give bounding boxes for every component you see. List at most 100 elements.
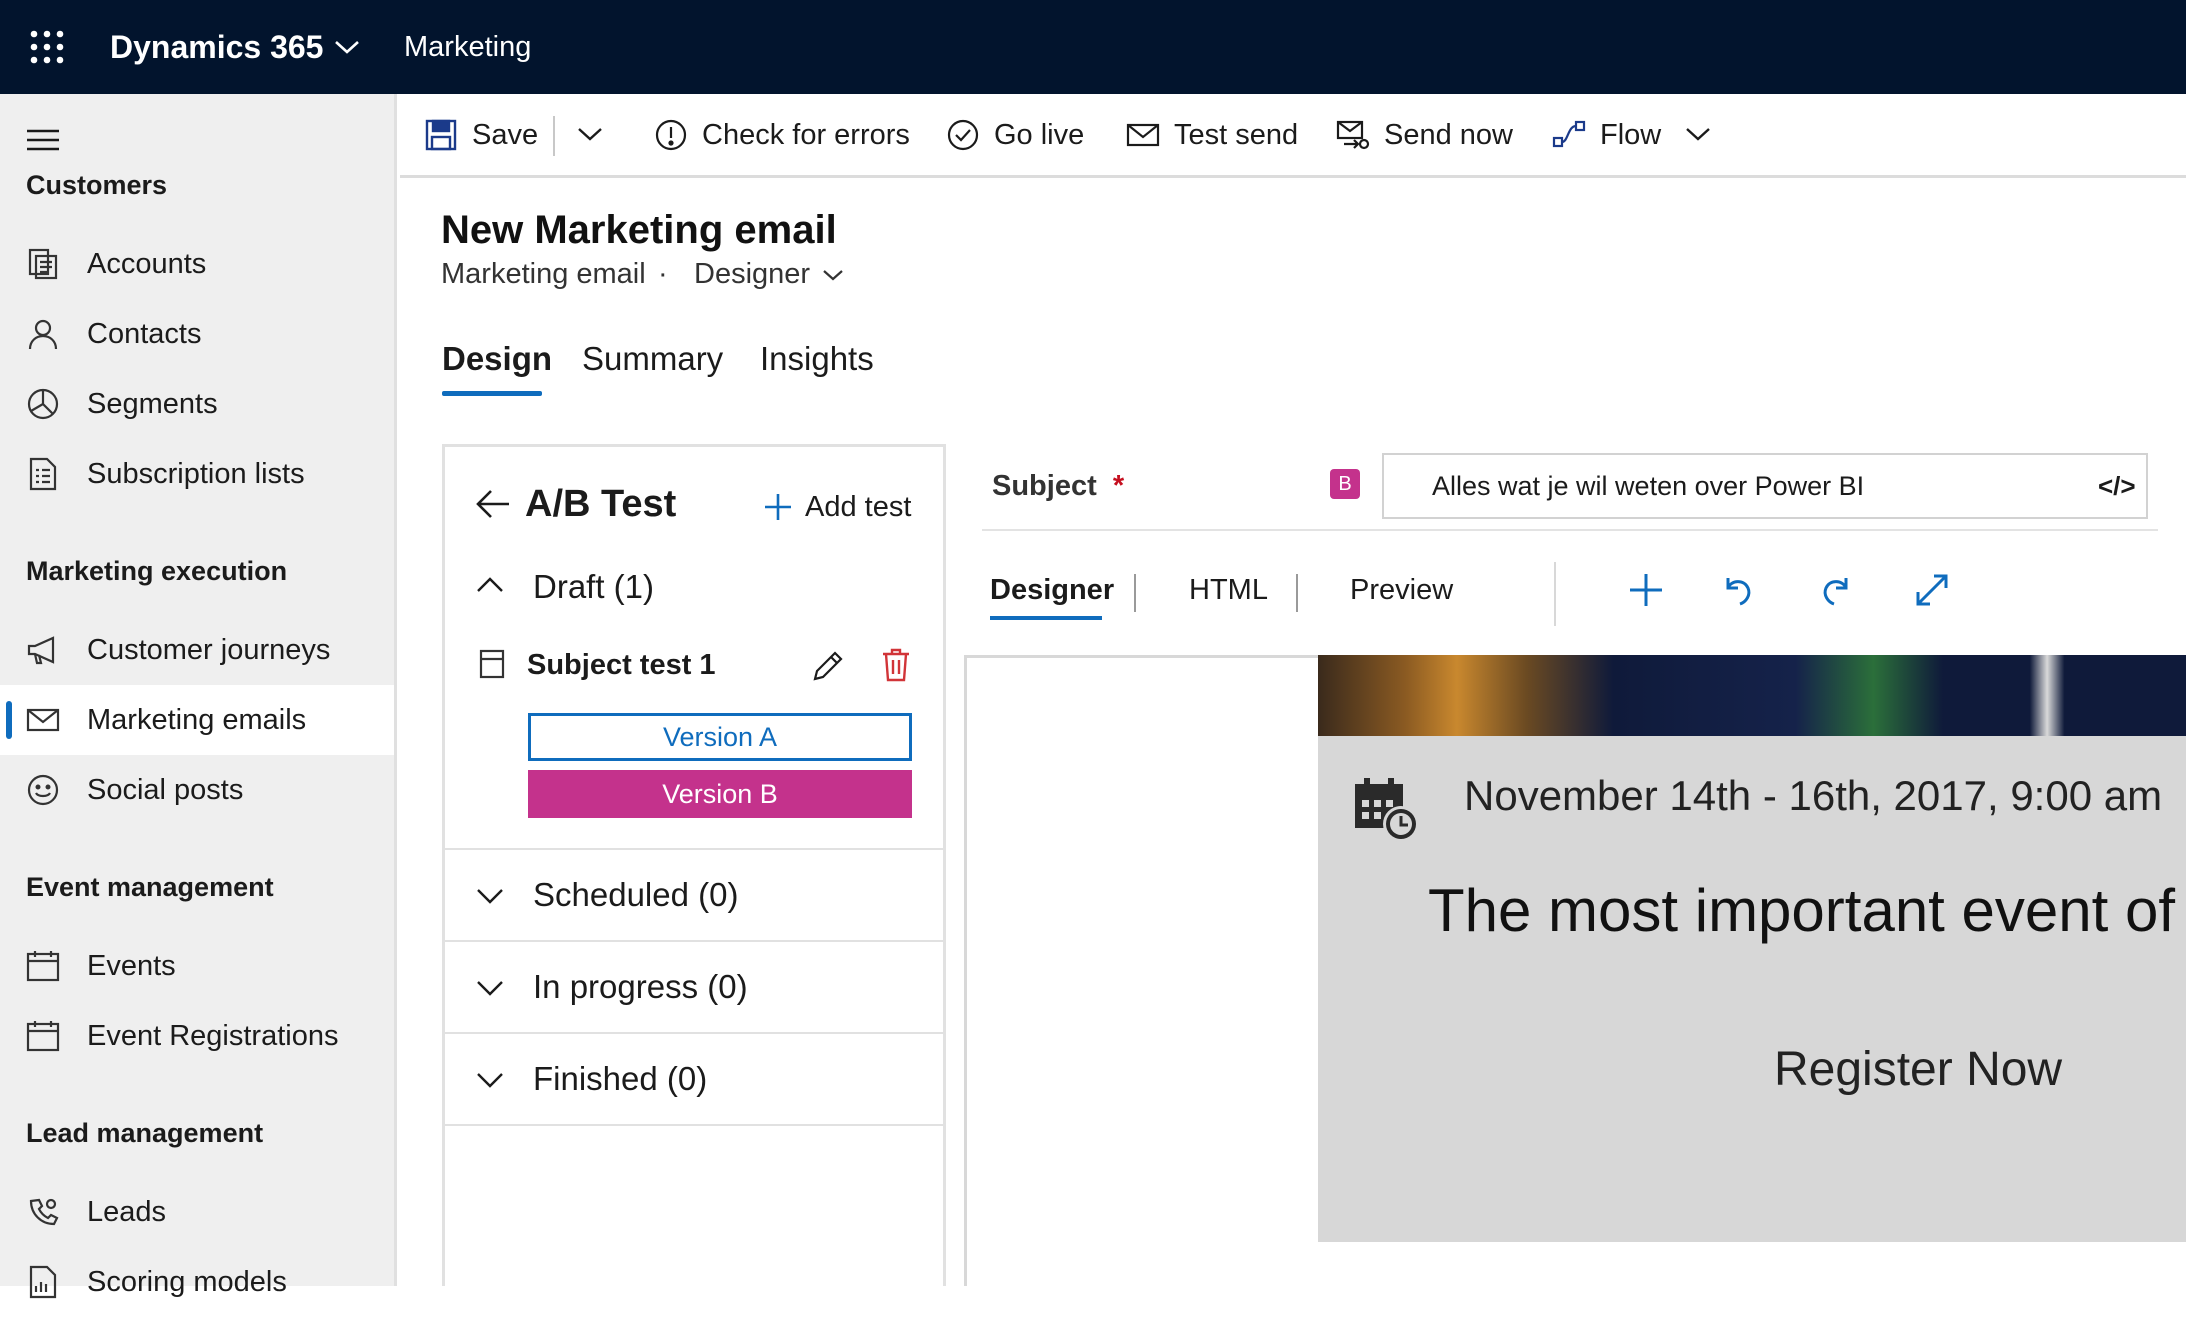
sidebar-item-label: Marketing emails (87, 704, 307, 736)
check-for-errors-label: Check for errors (702, 118, 910, 151)
command-bar: Save Check for errors Go live Test send … (400, 94, 2186, 178)
test-send-label: Test send (1174, 118, 1299, 151)
phone-gear-icon (26, 1195, 60, 1229)
register-now-link[interactable]: Register Now (1774, 1042, 2062, 1097)
chevron-down-icon (475, 880, 505, 910)
add-element-icon[interactable] (1624, 568, 1668, 612)
add-test-button[interactable]: Add test (763, 485, 911, 529)
flow-label: Flow (1600, 118, 1662, 151)
send-now-button[interactable]: Send now (1336, 94, 1513, 176)
undo-icon[interactable] (1716, 568, 1760, 612)
app-area-label[interactable]: Marketing (404, 0, 531, 94)
save-button[interactable]: Save (424, 94, 538, 176)
flow-chevron-icon[interactable] (1684, 124, 1712, 144)
ab-test-title: A/B Test (525, 483, 677, 525)
top-nav-bar: Dynamics 365 Marketing (0, 0, 2186, 94)
sidebar-item-leads[interactable]: Leads (0, 1177, 394, 1247)
sidebar-group-customers: Customers (26, 170, 168, 200)
sidebar-item-label: Events (87, 950, 176, 982)
accounts-icon (26, 247, 60, 281)
flow-icon (1552, 118, 1586, 152)
flow-button[interactable]: Flow (1552, 94, 1661, 176)
tab-designer-underline (990, 616, 1102, 620)
tab-insights[interactable]: Insights (760, 340, 874, 378)
smiley-icon (26, 773, 60, 807)
subject-label-text: Subject (992, 470, 1097, 502)
chevron-down-icon[interactable] (334, 38, 360, 56)
go-live-label: Go live (994, 118, 1085, 151)
email-headline: The most important event of (1428, 877, 2176, 944)
sidebar-item-marketing-emails[interactable]: Marketing emails (0, 685, 394, 755)
test-send-button[interactable]: Test send (1126, 94, 1298, 176)
tab-summary[interactable]: Summary (582, 340, 723, 378)
ab-test-panel: A/B Test Add test Draft (1) Subject test… (442, 444, 946, 1286)
sidebar-item-label: Social posts (87, 774, 244, 806)
check-circle-icon (946, 118, 980, 152)
email-content-block[interactable]: November 14th - 16th, 2017, 9:00 am The … (1318, 736, 2186, 1242)
sidebar-item-label: Leads (87, 1196, 167, 1228)
form-selector[interactable]: Designer (694, 258, 844, 291)
check-for-errors-button[interactable]: Check for errors (654, 94, 910, 176)
finished-section-header[interactable]: Finished (0) (445, 1034, 943, 1124)
in-progress-section-label: In progress (0) (533, 968, 748, 1005)
tab-divider (1296, 574, 1298, 612)
delete-trash-icon[interactable] (881, 647, 911, 683)
sidebar-group-marketing-execution: Marketing execution (26, 556, 288, 586)
list-document-icon (26, 457, 60, 491)
version-a-button[interactable]: Version A (528, 713, 912, 761)
subject-input-value: Alles wat je wil weten over Power BI (1432, 471, 1865, 501)
test-name: Subject test 1 (527, 649, 716, 681)
draft-section-label: Draft (1) (533, 568, 655, 605)
toolbar-divider (1554, 562, 1556, 626)
test-item[interactable]: Subject test 1 (445, 633, 943, 697)
calendar-icon (26, 949, 60, 983)
chevron-up-icon (475, 571, 505, 601)
version-b-button[interactable]: Version B (528, 770, 912, 818)
sidebar-item-event-registrations[interactable]: Event Registrations (0, 1001, 394, 1071)
app-launcher-icon[interactable] (30, 30, 64, 64)
tab-design[interactable]: Design (442, 340, 552, 378)
edit-pencil-icon[interactable] (811, 649, 845, 683)
sidebar-item-customer-journeys[interactable]: Customer journeys (0, 615, 394, 685)
subject-input[interactable]: Alles wat je wil weten over Power BI </> (1382, 453, 2148, 519)
tab-designer[interactable]: Designer (990, 574, 1114, 607)
entity-name: Marketing email (441, 258, 646, 290)
sidebar-item-scoring-models[interactable]: Scoring models (0, 1247, 394, 1317)
save-label: Save (472, 118, 539, 151)
code-icon[interactable]: </> (2098, 455, 2136, 517)
required-asterisk: * (1112, 470, 1125, 502)
add-test-label: Add test (805, 490, 912, 523)
scheduled-section-header[interactable]: Scheduled (0) (445, 850, 943, 940)
sidebar-group-lead-management: Lead management (26, 1118, 264, 1148)
sidebar-item-label: Subscription lists (87, 458, 305, 490)
go-live-button[interactable]: Go live (946, 94, 1084, 176)
redo-icon[interactable] (1814, 568, 1858, 612)
sidebar-item-social-posts[interactable]: Social posts (0, 755, 394, 825)
toolbar-divider (553, 116, 555, 156)
chevron-down-icon (822, 267, 844, 283)
save-options-chevron-icon[interactable] (576, 124, 604, 144)
sidebar-item-label: Segments (87, 388, 218, 420)
sidebar-item-contacts[interactable]: Contacts (0, 299, 394, 369)
app-name[interactable]: Dynamics 365 (110, 0, 323, 94)
send-now-label: Send now (1384, 118, 1513, 151)
sidebar-item-label: Accounts (87, 248, 207, 280)
event-date-line: November 14th - 16th, 2017, 9:00 am (1464, 772, 2163, 819)
email-banner-image (1318, 655, 2186, 737)
sidebar-item-segments[interactable]: Segments (0, 369, 394, 439)
person-icon (26, 317, 60, 351)
sidebar-item-subscription-lists[interactable]: Subscription lists (0, 439, 394, 509)
expand-icon[interactable] (1910, 568, 1954, 612)
sidebar-item-label: Scoring models (87, 1266, 287, 1298)
hamburger-menu-icon[interactable] (26, 128, 60, 152)
sidebar-item-events[interactable]: Events (0, 931, 394, 1001)
sidebar-item-accounts[interactable]: Accounts (0, 229, 394, 299)
draft-section-header[interactable]: Draft (1) (445, 551, 943, 623)
calendar-icon (26, 1019, 60, 1053)
tab-preview[interactable]: Preview (1350, 574, 1453, 607)
sidebar-group-event-management: Event management (26, 872, 274, 902)
tab-html[interactable]: HTML (1189, 574, 1268, 607)
calendar-clock-icon (1352, 776, 1422, 844)
in-progress-section-header[interactable]: In progress (0) (445, 942, 943, 1032)
back-arrow-icon[interactable] (475, 487, 511, 521)
